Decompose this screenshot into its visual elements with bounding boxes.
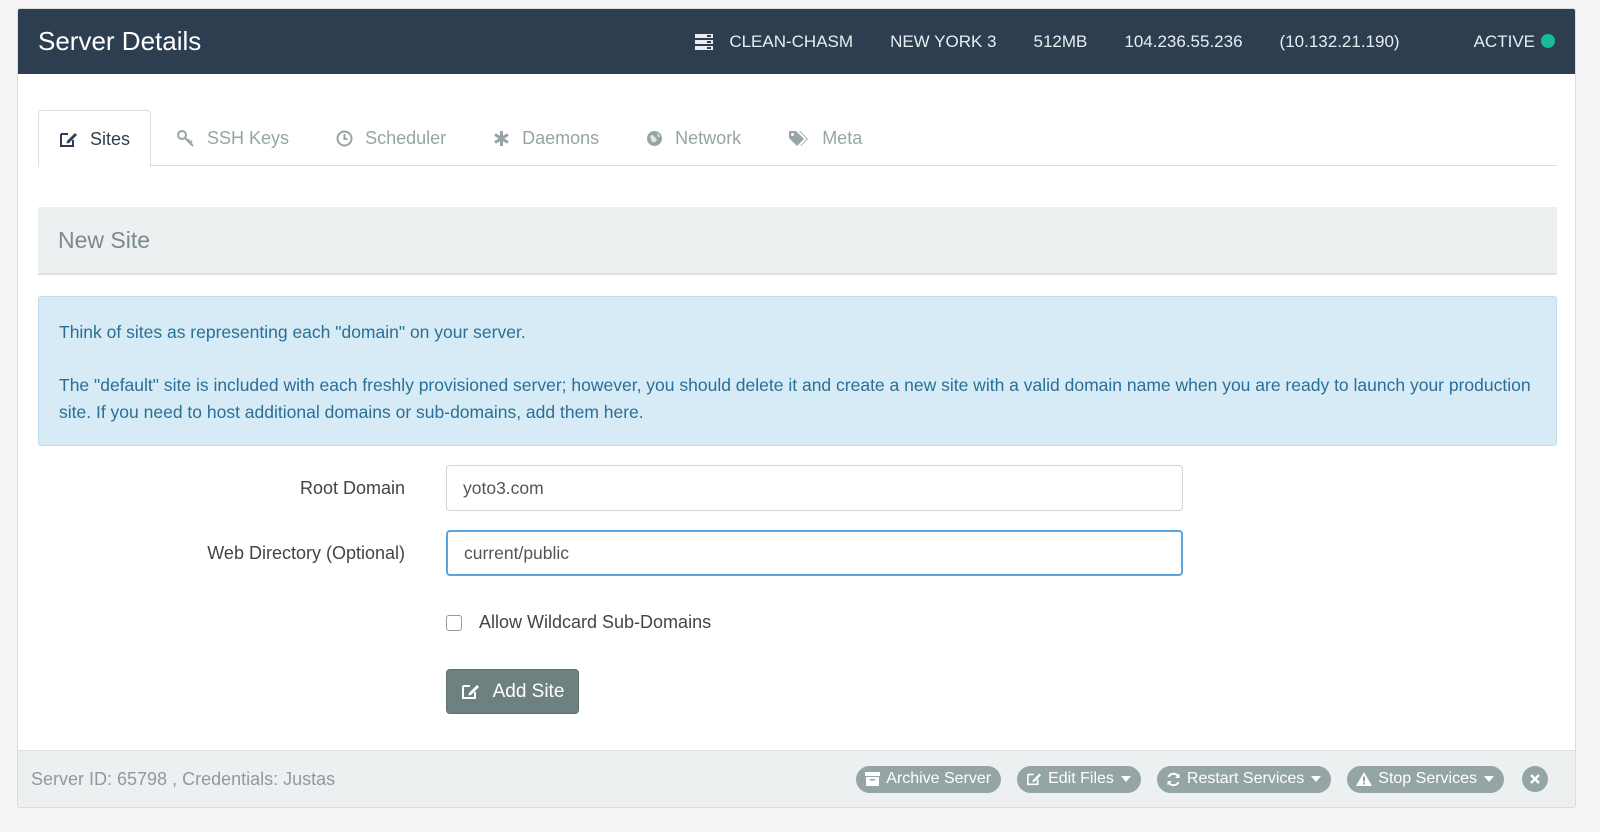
web-directory-label: Web Directory (Optional) [207, 542, 405, 563]
key-icon [177, 129, 194, 147]
archive-icon [865, 772, 881, 786]
globe-icon [647, 131, 663, 146]
wildcard-checkbox[interactable] [446, 614, 462, 631]
server-meta: CLEAN-CHASM NEW YORK 3 512MB 104.236.55.… [695, 32, 1555, 52]
server-details-panel: Server Details CLEAN-CHASM NEW YORK 3 51… [17, 8, 1576, 808]
tab-meta[interactable]: Meta [767, 110, 883, 166]
tags-icon [789, 131, 809, 146]
web-directory-input[interactable] [446, 530, 1183, 576]
server-memory: 512MB [1033, 31, 1088, 51]
tab-network[interactable]: Network [625, 110, 762, 166]
tab-label: Meta [822, 128, 863, 148]
caret-down-icon [1120, 776, 1131, 782]
info-text-2: The "default" site is included with each… [59, 375, 1531, 422]
add-site-button[interactable]: Add Site [446, 669, 579, 714]
panel-footer: Server ID: 65798 , Credentials: Justas A… [18, 750, 1575, 807]
add-site-label: Add Site [492, 680, 565, 702]
restart-label: Restart Services [1186, 770, 1305, 787]
server-name: CLEAN-CHASM [729, 31, 854, 51]
tab-label: Network [675, 128, 742, 148]
status-text: ACTIVE [1473, 31, 1535, 51]
warning-icon [1356, 772, 1373, 786]
tab-label: Daemons [522, 128, 600, 148]
edit-icon [461, 685, 479, 699]
clock-icon [336, 130, 353, 147]
edit-files-label: Edit Files [1048, 770, 1114, 787]
refresh-icon [1167, 772, 1180, 786]
archive-server-button[interactable]: Archive Server [856, 765, 1002, 793]
asterisk-icon [494, 131, 509, 146]
section-title: New Site [38, 207, 1557, 275]
panel-header: Server Details CLEAN-CHASM NEW YORK 3 51… [18, 9, 1575, 74]
page-title: Server Details [38, 26, 202, 56]
server-info: Server ID: 65798 , Credentials: Justas [31, 768, 336, 789]
tab-label: Scheduler [365, 128, 447, 148]
tab-sites[interactable]: Sites [38, 110, 152, 167]
wildcard-label: Allow Wildcard Sub-Domains [479, 612, 712, 632]
caret-down-icon [1484, 776, 1494, 782]
close-icon [1530, 774, 1540, 784]
tab-scheduler[interactable]: Scheduler [315, 110, 467, 166]
tab-bar: Sites SSH Keys Scheduler Daemons Network… [38, 110, 1557, 167]
info-text-1: Think of sites as representing each "dom… [59, 322, 526, 342]
wildcard-row: Allow Wildcard Sub-Domains [446, 612, 711, 633]
server-private-ip: (10.132.21.190) [1279, 31, 1400, 51]
root-domain-row: Root Domain [38, 465, 1557, 511]
root-domain-label: Root Domain [299, 477, 405, 498]
caret-down-icon [1311, 776, 1322, 782]
close-button[interactable] [1522, 766, 1548, 792]
server-public-ip: 104.236.55.236 [1124, 31, 1243, 51]
restart-services-button[interactable]: Restart Services [1156, 765, 1332, 793]
server-region: NEW YORK 3 [890, 31, 997, 51]
status-dot [1541, 33, 1555, 48]
stop-services-button[interactable]: Stop Services [1347, 765, 1504, 793]
root-domain-input[interactable] [446, 465, 1183, 511]
tab-daemons[interactable]: Daemons [472, 110, 620, 166]
edit-files-button[interactable]: Edit Files [1017, 765, 1141, 793]
server-status: ACTIVE [1437, 32, 1555, 52]
info-alert: Think of sites as representing each "dom… [38, 296, 1557, 446]
edit-icon [60, 132, 77, 147]
tab-label: SSH Keys [207, 128, 290, 148]
tab-ssh-keys[interactable]: SSH Keys [156, 110, 310, 166]
stop-label: Stop Services [1378, 770, 1477, 787]
server-icon [695, 33, 714, 50]
tab-label: Sites [90, 128, 131, 149]
web-directory-row: Web Directory (Optional) [38, 530, 1557, 576]
edit-icon [1027, 773, 1042, 786]
server-name-group: CLEAN-CHASM [695, 32, 853, 52]
archive-label: Archive Server [886, 770, 992, 787]
